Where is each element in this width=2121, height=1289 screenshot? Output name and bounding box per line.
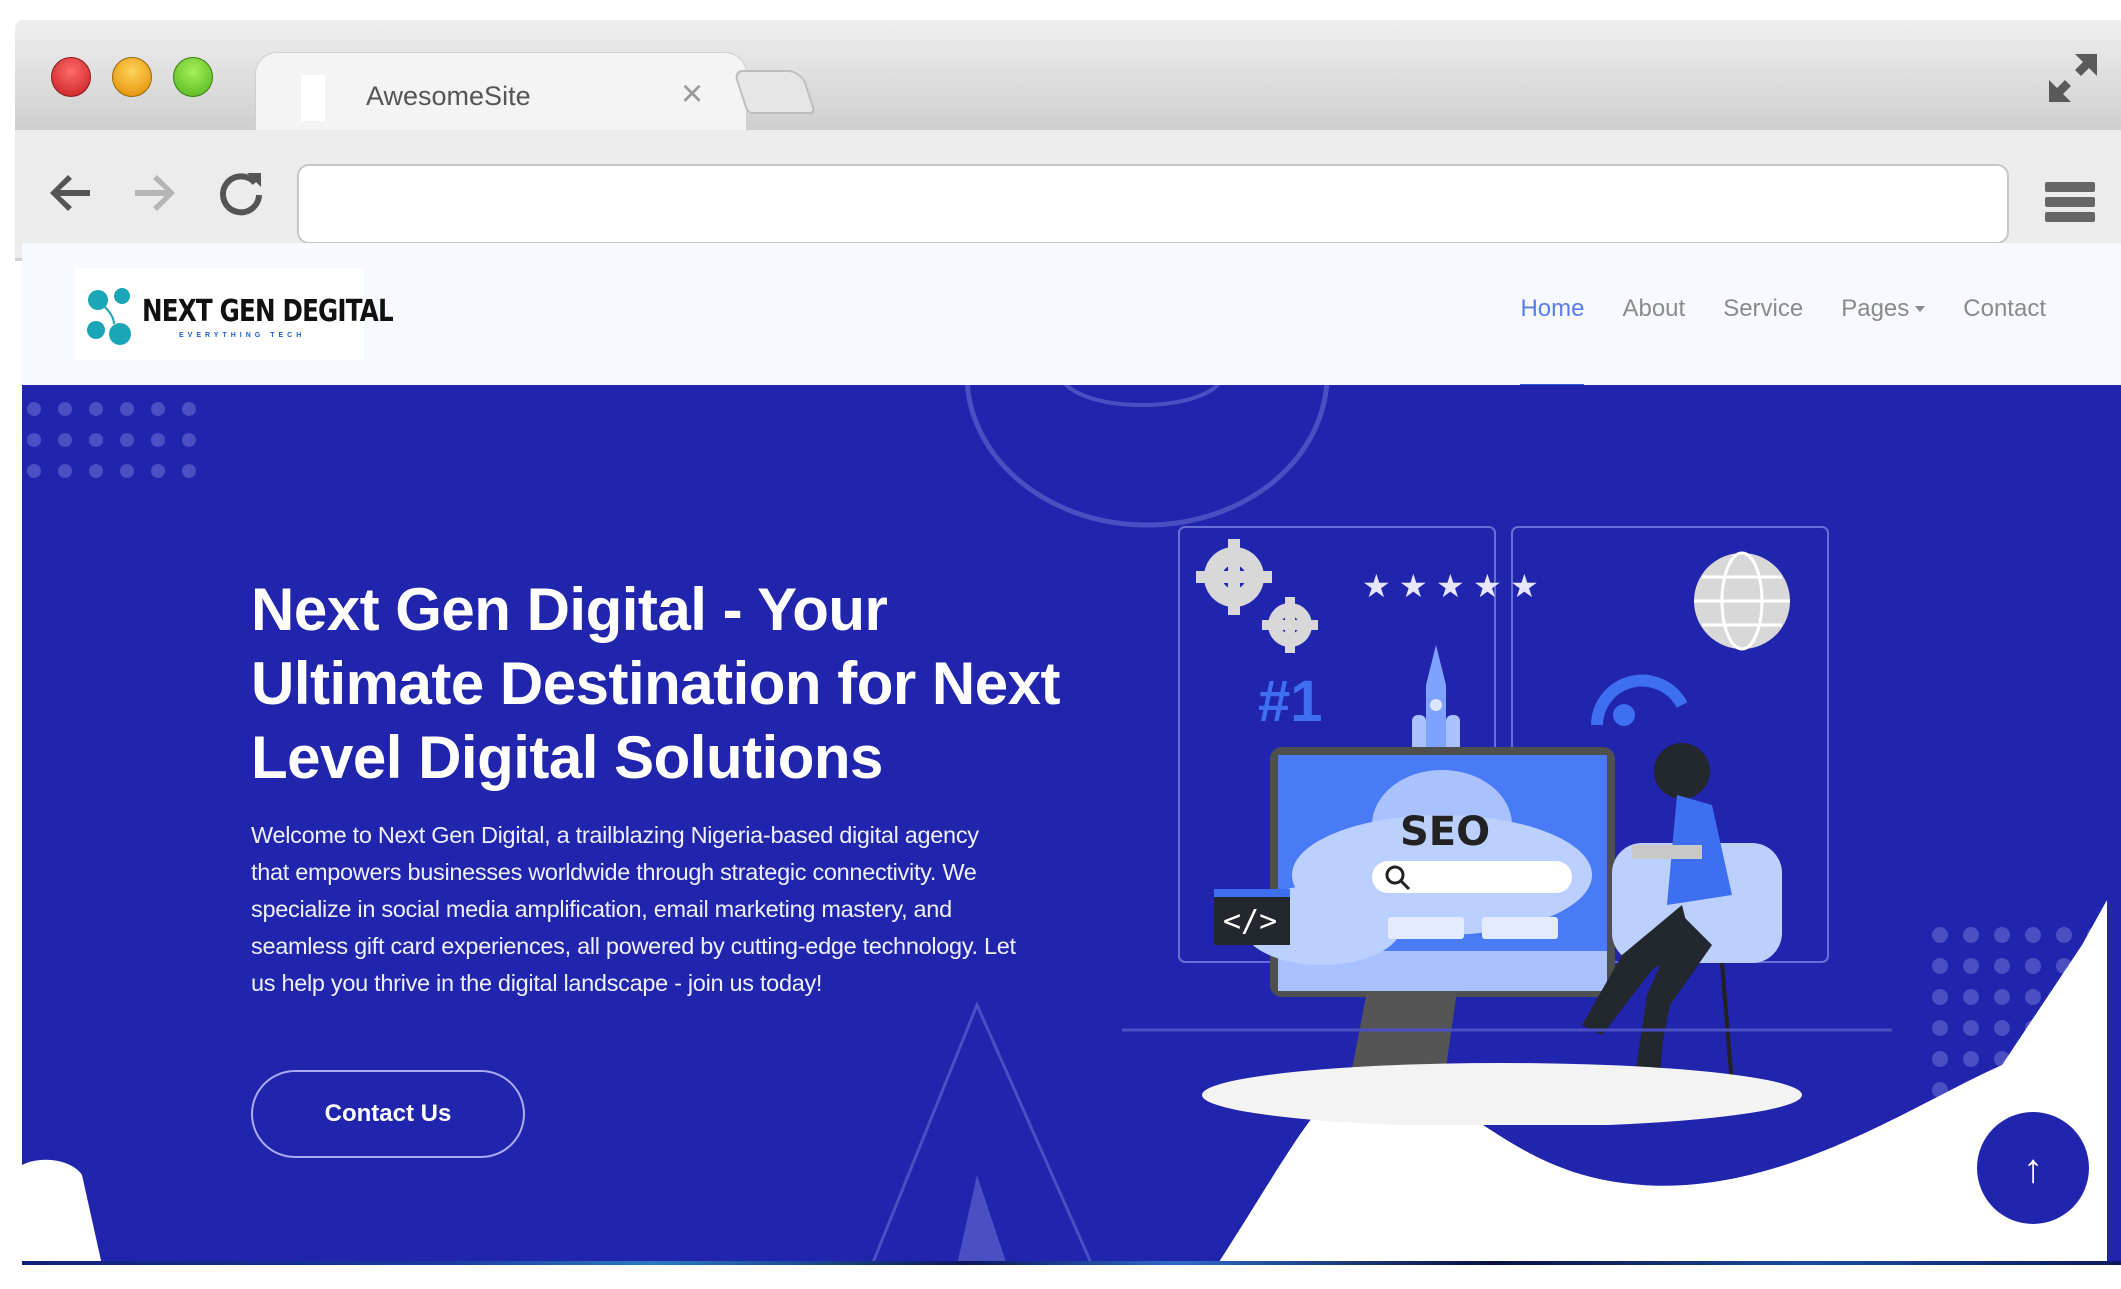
address-bar[interactable] [297, 164, 2009, 244]
forward-arrow-icon[interactable] [127, 165, 183, 221]
browser-tab[interactable]: AwesomeSite × [255, 52, 747, 133]
logo-tagline: EVERYTHING TECH [179, 332, 306, 339]
rating-stars-icon: ★ ★ ★ ★ ★ [1362, 567, 1539, 605]
seo-illustration: ★ ★ ★ ★ ★ #1 SEO </> [1122, 526, 1892, 1125]
minimize-window-button[interactable] [112, 57, 152, 97]
logo-name: NEXT GEN DEGITAL [142, 294, 394, 329]
svg-text:★: ★ [1436, 567, 1465, 605]
fullscreen-icon[interactable] [2045, 50, 2101, 106]
gauge-icon [1591, 674, 1688, 726]
globe-icon [1694, 551, 1790, 651]
caret-down-icon [1915, 306, 1926, 312]
logo-mark-icon [87, 288, 131, 345]
close-window-button[interactable] [51, 57, 91, 97]
nav-service[interactable]: Service [1723, 295, 1803, 323]
floor-ellipse [1202, 1063, 1802, 1125]
next-section-preview [22, 1261, 2121, 1265]
svg-text:★: ★ [1399, 567, 1428, 605]
nav-pages-dropdown[interactable]: Pages [1841, 295, 1926, 323]
hero-description: Welcome to Next Gen Digital, a trailblaz… [251, 821, 1016, 996]
rank-label: #1 [1258, 669, 1323, 734]
tab-title: AwesomeSite [366, 81, 531, 111]
site-logo[interactable]: NEXT GEN DEGITAL EVERYTHING TECH [74, 268, 394, 360]
seo-label: SEO [1400, 809, 1490, 855]
nav-about[interactable]: About [1622, 295, 1685, 323]
gears-icon [1196, 539, 1318, 653]
dot-grid-left [27, 402, 196, 478]
web-page: NEXT GEN DEGITAL EVERYTHING TECH Home Ab… [22, 243, 2121, 1265]
nav-pages[interactable]: Pages [1841, 295, 1909, 323]
main-nav: Home About Service Pages Contact [1520, 295, 2046, 389]
hero-title: Next Gen Digital - Your Ultimate Destina… [251, 576, 1060, 792]
code-icon: </> [1214, 889, 1290, 945]
hero-section: Next Gen Digital - Your Ultimate Destina… [22, 385, 2121, 1265]
nav-home[interactable]: Home [1520, 295, 1585, 389]
back-arrow-icon[interactable] [42, 165, 98, 221]
site-header: NEXT GEN DEGITAL EVERYTHING TECH Home Ab… [22, 243, 2121, 389]
nav-contact[interactable]: Contact [1963, 295, 2046, 323]
back-to-top-button[interactable]: ↑ [1977, 1112, 2089, 1224]
contact-us-button[interactable]: Contact Us [251, 1070, 525, 1158]
page-favicon-icon [301, 75, 325, 121]
white-corner-shape [22, 1159, 102, 1265]
close-icon[interactable]: × [681, 73, 703, 116]
tab-bar: AwesomeSite × [15, 20, 2121, 133]
hamburger-menu-icon[interactable] [2045, 182, 2095, 226]
svg-text:★: ★ [1510, 567, 1539, 605]
new-tab-button[interactable] [732, 70, 817, 114]
browser-toolbar [15, 130, 2121, 261]
svg-text:★: ★ [1362, 567, 1391, 605]
maximize-window-button[interactable] [173, 57, 213, 97]
svg-text:★: ★ [1473, 567, 1502, 605]
code-label: </> [1223, 904, 1277, 939]
reload-icon[interactable] [213, 165, 269, 221]
